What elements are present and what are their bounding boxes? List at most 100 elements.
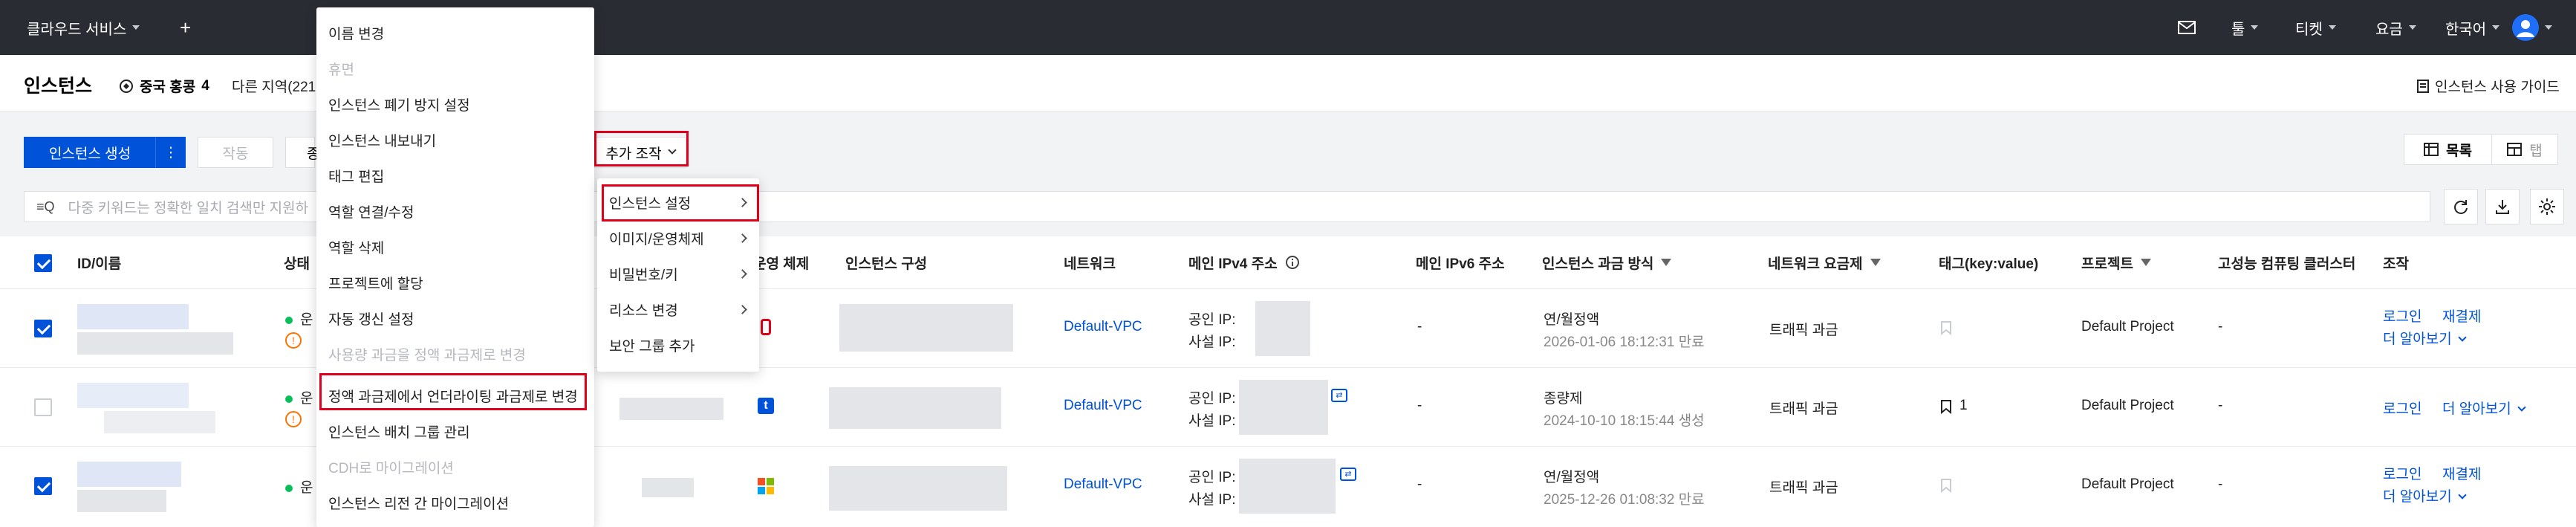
submenu-instance-settings[interactable]: 인스턴스 설정 (597, 184, 759, 220)
mail-icon[interactable] (2178, 0, 2196, 55)
network-link[interactable]: Default-VPC (1064, 319, 1142, 335)
more-link-label: 더 알아보기 (2383, 489, 2452, 505)
submenu-image-os-label: 이미지/운영체제 (609, 231, 704, 248)
operate-button[interactable]: 작동 (198, 137, 273, 168)
network-link[interactable]: Default-VPC (1064, 398, 1142, 414)
menu-item-to-pay-as-you-go[interactable]: 정액 과금제에서 언더라이팅 과금제로 변경 (316, 378, 578, 413)
stop-button[interactable]: 종 (285, 137, 319, 168)
gear-icon (2539, 198, 2555, 215)
hpc-value: - (2218, 319, 2223, 334)
more-link[interactable]: 더 알아보기 (2442, 398, 2526, 418)
public-ip-label: 공인 IP: (1188, 312, 1236, 328)
menu-item-edit-tags[interactable]: 태그 편집 (316, 158, 384, 193)
view-list-label: 목록 (2446, 143, 2472, 159)
filter-icon[interactable] (1870, 259, 1881, 266)
more-link[interactable]: 더 알아보기 (2383, 485, 2467, 505)
filter-icon[interactable] (1661, 259, 1672, 266)
tag-icon[interactable] (1940, 399, 1952, 414)
user-icon (2512, 14, 2539, 41)
view-grid-label: 탭 (2529, 143, 2543, 159)
menu-item-bind-role[interactable]: 역할 연결/수정 (316, 193, 414, 229)
network-link[interactable]: Default-VPC (1064, 476, 1142, 493)
project-value: Default Project (2081, 476, 2174, 492)
cloud-services-menu[interactable]: 클라우드 서비스 (27, 0, 140, 55)
account-avatar[interactable] (2512, 0, 2552, 55)
renew-link[interactable]: 재결제 (2442, 463, 2481, 483)
tools-label: 툴 (2231, 21, 2245, 38)
menu-item-to-monthly[interactable]: 사용량 과금을 정액 과금제로 변경 (316, 336, 526, 372)
billing-menu[interactable]: 요금 (2375, 0, 2416, 55)
instance-name-redacted (77, 332, 233, 355)
instance-name-redacted (104, 411, 215, 433)
login-link[interactable]: 로그인 (2383, 398, 2421, 418)
header-tags: 태그(key:value) (1939, 256, 2039, 272)
network-billing: 트래픽 과금 (1769, 401, 1838, 417)
refresh-button[interactable] (2444, 189, 2478, 224)
eip-icon[interactable]: ⇄ (1331, 389, 1347, 402)
menu-item-remove-role[interactable]: 역할 삭제 (316, 229, 384, 265)
guide-link[interactable]: 인스턴스 사용 가이드 (2417, 76, 2560, 96)
filter-icon[interactable] (2140, 259, 2151, 266)
renew-link[interactable]: 재결제 (2442, 305, 2481, 326)
header-id-name: ID/이름 (77, 256, 122, 272)
submenu-add-security-group[interactable]: 보안 그룹 추가 (597, 327, 759, 363)
menu-item-rename[interactable]: 이름 변경 (316, 15, 384, 51)
status-label: 운 (300, 480, 313, 496)
other-regions-link[interactable]: 다른 지역(221 (232, 76, 316, 96)
submenu-password-key-label: 비밀번호/키 (609, 267, 678, 283)
tag-icon[interactable] (1940, 320, 1952, 335)
more-actions-button[interactable]: 추가 조작 (594, 137, 686, 168)
header-network-billing-label: 네트워크 요금제 (1768, 256, 1863, 272)
more-link[interactable]: 더 알아보기 (2383, 328, 2467, 348)
tools-menu[interactable]: 툴 (2231, 0, 2259, 55)
add-shortcut-button[interactable]: + (180, 0, 191, 55)
settings-button[interactable] (2530, 189, 2564, 224)
login-link[interactable]: 로그인 (2383, 305, 2421, 326)
menu-item-hibernate[interactable]: 휴면 (316, 51, 354, 86)
info-icon[interactable] (1285, 255, 1300, 270)
select-all-checkbox[interactable] (34, 254, 52, 272)
submenu-resource-change[interactable]: 리소스 변경 (597, 291, 759, 327)
partial-redacted (642, 478, 694, 497)
menu-item-cross-region-migration[interactable]: 인스턴스 리전 간 마이그레이션 (316, 485, 509, 520)
eip-icon[interactable]: ⇄ (1340, 468, 1356, 481)
region-icon (120, 79, 133, 93)
menu-item-assign-project[interactable]: 프로젝트에 할당 (316, 265, 423, 300)
view-list-button[interactable]: 목록 (2404, 134, 2491, 165)
ip-redacted (1239, 459, 1336, 514)
region-selector[interactable]: 중국 홍콩 4 (119, 76, 209, 96)
header-ipv6: 메인 IPv6 주소 (1416, 256, 1505, 272)
login-link[interactable]: 로그인 (2383, 463, 2421, 483)
warning-icon[interactable]: ! (285, 332, 302, 349)
billing-date: 2024-10-10 18:15:44 생성 (1544, 413, 1705, 429)
create-instance-button[interactable]: 인스턴스 생성 (24, 137, 156, 168)
row-checkbox[interactable] (34, 477, 52, 495)
chevron-down-icon (2458, 333, 2467, 342)
row-checkbox[interactable] (34, 398, 52, 416)
region-name: 중국 홍콩 (140, 80, 196, 95)
menu-item-auto-renew[interactable]: 자동 갱신 설정 (316, 300, 414, 336)
language-menu[interactable]: 한국어 (2445, 0, 2500, 55)
warning-icon[interactable]: ! (285, 411, 302, 427)
os-windows-icon (758, 478, 774, 494)
menu-item-termination-protection[interactable]: 인스턴스 폐기 방지 설정 (316, 86, 470, 122)
menu-item-placement-group[interactable]: 인스턴스 배치 그룹 관리 (316, 413, 470, 449)
public-ip-label: 공인 IP: (1188, 391, 1236, 407)
create-more-button[interactable]: ⋮ (156, 137, 186, 168)
more-actions-menu: 이름 변경 휴면 인스턴스 폐기 방지 설정 인스턴스 내보내기 태그 편집 역… (316, 7, 594, 527)
header-ipv4: 메인 IPv4 주소 (1188, 236, 1300, 288)
more-actions-label: 추가 조작 (605, 146, 662, 162)
download-button[interactable] (2485, 189, 2520, 224)
tickets-label: 티켓 (2295, 21, 2323, 38)
tag-icon[interactable] (1940, 478, 1952, 493)
menu-item-export[interactable]: 인스턴스 내보내기 (316, 122, 436, 158)
row-checkbox[interactable] (34, 320, 52, 337)
submenu-image-os[interactable]: 이미지/운영체제 (597, 220, 759, 256)
menu-item-migrate-cdh[interactable]: CDH로 마이그레이션 (316, 449, 454, 485)
view-grid-button[interactable]: 탭 (2491, 134, 2558, 165)
project-value: Default Project (2081, 319, 2174, 334)
submenu-password-key[interactable]: 비밀번호/키 (597, 256, 759, 291)
chevron-right-icon (738, 233, 747, 243)
chevron-right-icon (738, 268, 747, 279)
tickets-menu[interactable]: 티켓 (2295, 0, 2336, 55)
